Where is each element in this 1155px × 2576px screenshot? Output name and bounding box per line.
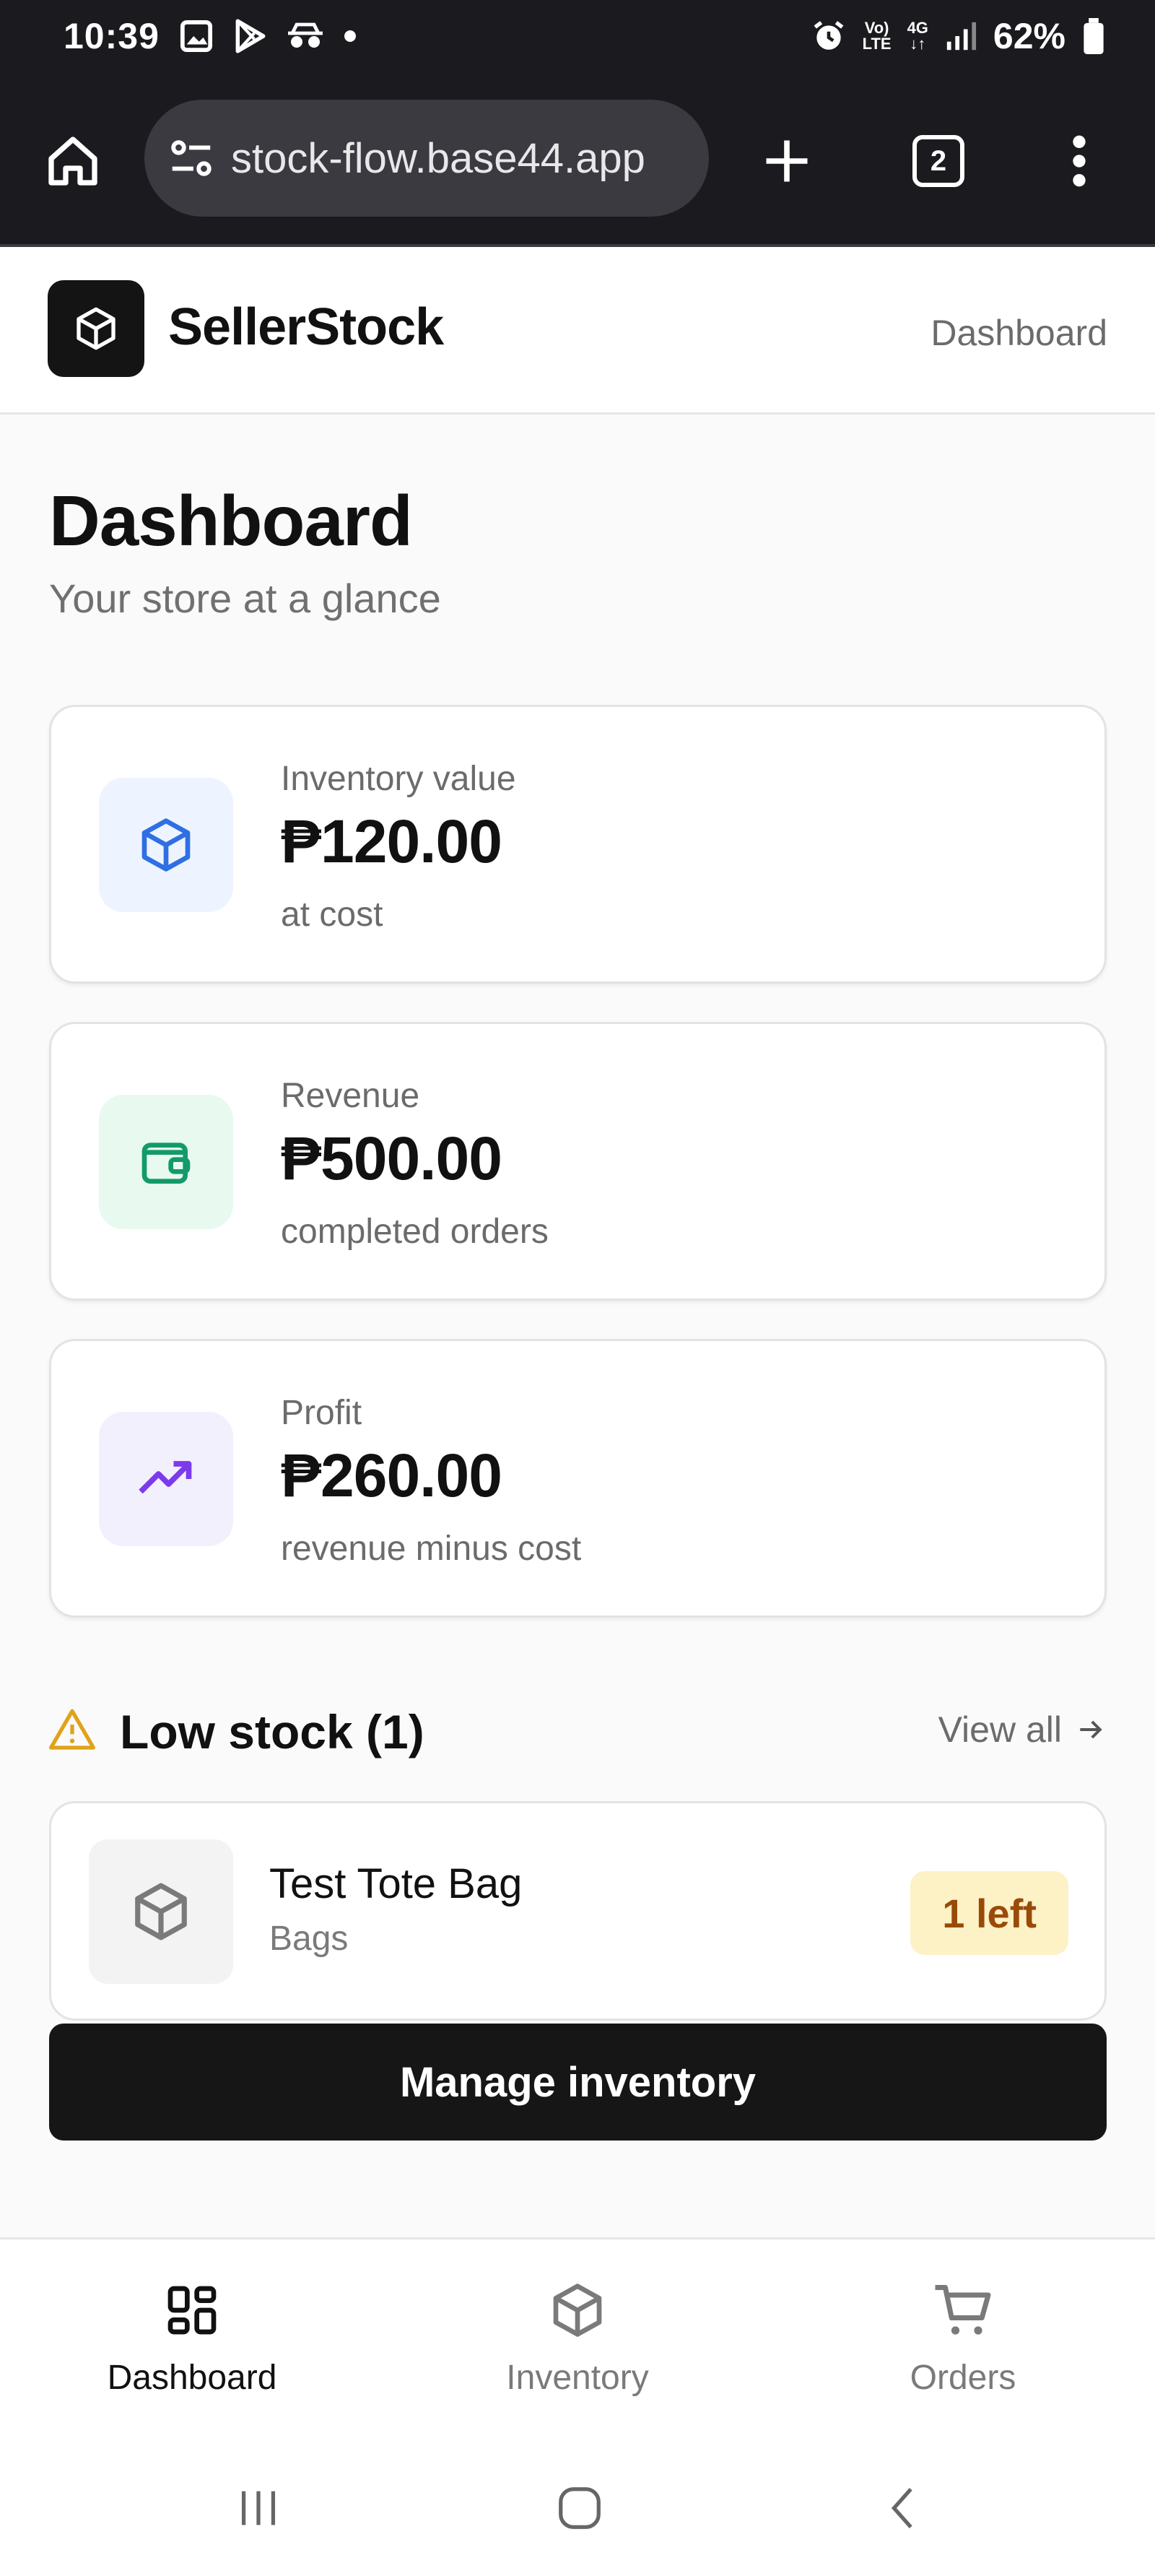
warning-icon bbox=[49, 1709, 95, 1750]
nav-item-dashboard[interactable]: Dashboard bbox=[48, 2276, 336, 2398]
grid-icon bbox=[167, 2286, 217, 2335]
view-all-label: View all bbox=[938, 1709, 1062, 1750]
network-type: 4G ↓↑ bbox=[907, 19, 928, 53]
arrow-right-icon bbox=[1080, 1720, 1102, 1739]
stat-icon-container bbox=[99, 1412, 233, 1546]
low-stock-header: Low stock (1) View all bbox=[49, 1699, 1107, 1759]
url-text[interactable]: stock-flow.base44.app bbox=[231, 134, 645, 183]
site-settings-icon[interactable] bbox=[166, 133, 217, 183]
home-icon bbox=[48, 136, 97, 186]
status-bar: 10:39 Vo) LTE 4G ↓↑ 62% bbox=[0, 0, 1155, 72]
product-category: Bags bbox=[269, 1920, 349, 1958]
more-vert-icon bbox=[1073, 135, 1086, 187]
volte-indicator: Vo) LTE bbox=[862, 19, 892, 53]
stat-card-revenue: Revenue ₱500.00 completed orders bbox=[49, 1022, 1107, 1301]
low-stock-item[interactable]: Test Tote Bag Bags 1 left bbox=[49, 1801, 1107, 2021]
low-stock-title: Low stock (1) bbox=[120, 1705, 424, 1758]
recents-icon bbox=[241, 2491, 276, 2525]
home-button[interactable] bbox=[40, 129, 105, 194]
product-thumbnail bbox=[89, 1839, 233, 1984]
alarm-icon bbox=[814, 21, 844, 50]
stat-card-profit: Profit ₱260.00 revenue minus cost bbox=[49, 1339, 1107, 1618]
page-subtitle: Your store at a glance bbox=[49, 576, 441, 621]
tab-switcher-button[interactable]: 2 bbox=[906, 129, 971, 194]
play-store-icon bbox=[235, 19, 266, 53]
stat-note: revenue minus cost bbox=[281, 1530, 582, 1568]
back-icon bbox=[891, 2488, 912, 2528]
view-all-link[interactable]: View all bbox=[938, 1709, 1107, 1751]
home-system-button[interactable] bbox=[540, 2468, 619, 2548]
tab-count: 2 bbox=[912, 135, 964, 187]
cart-icon bbox=[935, 2285, 991, 2335]
home-circle-icon bbox=[559, 2487, 601, 2529]
brand-logo[interactable] bbox=[48, 280, 144, 377]
recents-button[interactable] bbox=[219, 2468, 298, 2548]
stat-label: Inventory value bbox=[281, 760, 516, 798]
nav-label: Dashboard bbox=[107, 2359, 277, 2397]
notification-icons bbox=[180, 18, 357, 54]
status-time: 10:39 bbox=[64, 16, 160, 56]
nav-label: Orders bbox=[910, 2359, 1016, 2397]
product-name: Test Tote Bag bbox=[269, 1860, 523, 1907]
nav-label: Inventory bbox=[506, 2359, 649, 2397]
stat-icon-container bbox=[99, 1095, 233, 1229]
box-icon bbox=[135, 1883, 187, 1940]
battery-percent: 62% bbox=[993, 16, 1065, 56]
box-icon bbox=[553, 2284, 602, 2337]
stat-label: Revenue bbox=[281, 1077, 420, 1115]
stat-value: ₱500.00 bbox=[281, 1124, 502, 1192]
box-icon bbox=[141, 818, 191, 872]
stat-card-inventory-value: Inventory value ₱120.00 at cost bbox=[49, 705, 1107, 984]
stat-value: ₱260.00 bbox=[281, 1441, 502, 1509]
box-icon bbox=[77, 307, 116, 350]
brand-name[interactable]: SellerStock bbox=[168, 298, 444, 357]
battery-icon bbox=[1084, 18, 1104, 54]
app-header: SellerStock Dashboard bbox=[0, 247, 1155, 415]
stat-icon-container bbox=[99, 778, 233, 912]
browser-toolbar: stock-flow.base44.app 2 bbox=[0, 72, 1155, 247]
manage-inventory-button[interactable]: Manage inventory bbox=[49, 2024, 1107, 2141]
bottom-nav: Dashboard Inventory Orders bbox=[0, 2237, 1155, 2440]
address-bar[interactable]: stock-flow.base44.app bbox=[144, 100, 709, 217]
page-title: Dashboard bbox=[49, 481, 413, 560]
system-nav-bar bbox=[0, 2440, 1155, 2576]
trending-up-icon bbox=[139, 1461, 192, 1494]
back-button[interactable] bbox=[865, 2468, 944, 2548]
plus-icon bbox=[766, 140, 808, 182]
browser-menu-button[interactable] bbox=[1047, 129, 1112, 194]
stat-value: ₱120.00 bbox=[281, 807, 502, 875]
nav-item-inventory[interactable]: Inventory bbox=[433, 2276, 722, 2398]
stat-note: completed orders bbox=[281, 1213, 549, 1251]
incognito-icon bbox=[287, 22, 323, 48]
stat-note: at cost bbox=[281, 895, 383, 934]
new-tab-button[interactable] bbox=[754, 129, 819, 194]
header-nav-dashboard[interactable]: Dashboard bbox=[930, 312, 1107, 354]
signal-icon bbox=[946, 22, 977, 51]
image-icon bbox=[180, 19, 212, 53]
dot-icon bbox=[344, 30, 356, 42]
stat-label: Profit bbox=[281, 1394, 362, 1432]
nav-item-orders[interactable]: Orders bbox=[819, 2276, 1107, 2398]
wallet-icon bbox=[141, 1142, 191, 1184]
stock-badge: 1 left bbox=[910, 1871, 1068, 1955]
